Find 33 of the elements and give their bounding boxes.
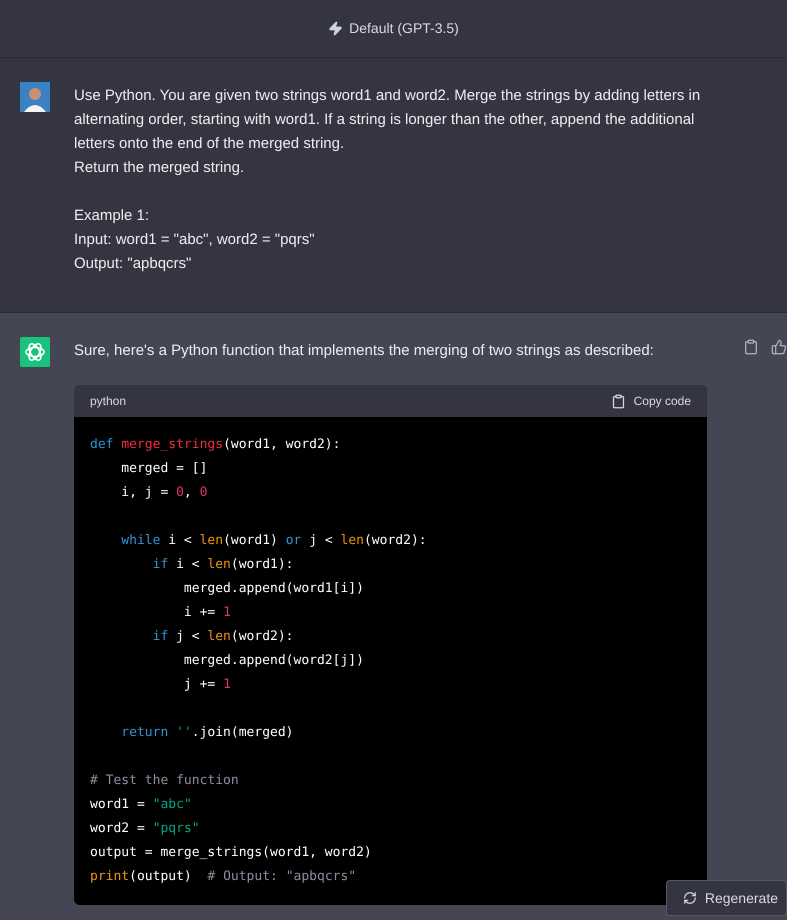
code-line: i += 1 (182, 604, 231, 622)
code-line: j += 1 (182, 676, 231, 694)
message-text: Return the merged string. (74, 158, 246, 178)
code-line: i, j = 0, 0 (120, 484, 208, 502)
code-line: if i < len(word1): (152, 556, 294, 574)
code-line: word1 = "abc" (90, 796, 192, 814)
message-text: Example 1: (74, 206, 150, 226)
code-line: # Test the function (90, 772, 239, 790)
message-text: Use Python. You are given two strings word1 and word2. Merge the strings by adding letters in alternating order, starting with word1. If a string is longer than the other, append the additional letters onto the end of the merged string. (74, 86, 702, 154)
code-language: python (90, 393, 126, 410)
code-line: word2 = "pqrs" (90, 820, 200, 838)
user-avatar (20, 82, 50, 112)
code-line: merged = [] (120, 460, 208, 478)
code-line: merged.append(word2[j]) (182, 652, 364, 670)
thumbs-up-icon[interactable] (771, 339, 787, 355)
copy-icon[interactable] (743, 339, 759, 355)
refresh-icon (682, 891, 697, 905)
code-line: return ''.join(merged) (120, 724, 294, 742)
model-name: Default (GPT-3.5) (349, 19, 459, 38)
assistant-logo-icon (20, 337, 50, 367)
lightning-icon (328, 21, 344, 36)
code-line: while i < len(word1) or j < len(word2): (120, 532, 427, 550)
regenerate-button[interactable]: Regenerate (666, 880, 787, 916)
code-line: merged.append(word1[i]) (182, 580, 364, 598)
clipboard-icon (610, 394, 626, 408)
copy-code-button[interactable]: Copy code (610, 392, 691, 410)
message-text: Sure, here's a Python function that implements the merging of two strings as described: (74, 341, 655, 361)
message-text: Output: "apbqcrs" (74, 254, 192, 274)
code-line: output = merge_strings(word1, word2) (90, 844, 372, 862)
message-text: Input: word1 = "abc", word2 = "pqrs" (74, 230, 316, 250)
code-line: print(output) # Output: "apbqcrs" (90, 868, 356, 886)
code-line: def merge_strings(word1, word2): (90, 436, 340, 454)
code-line: if j < len(word2): (152, 628, 294, 646)
